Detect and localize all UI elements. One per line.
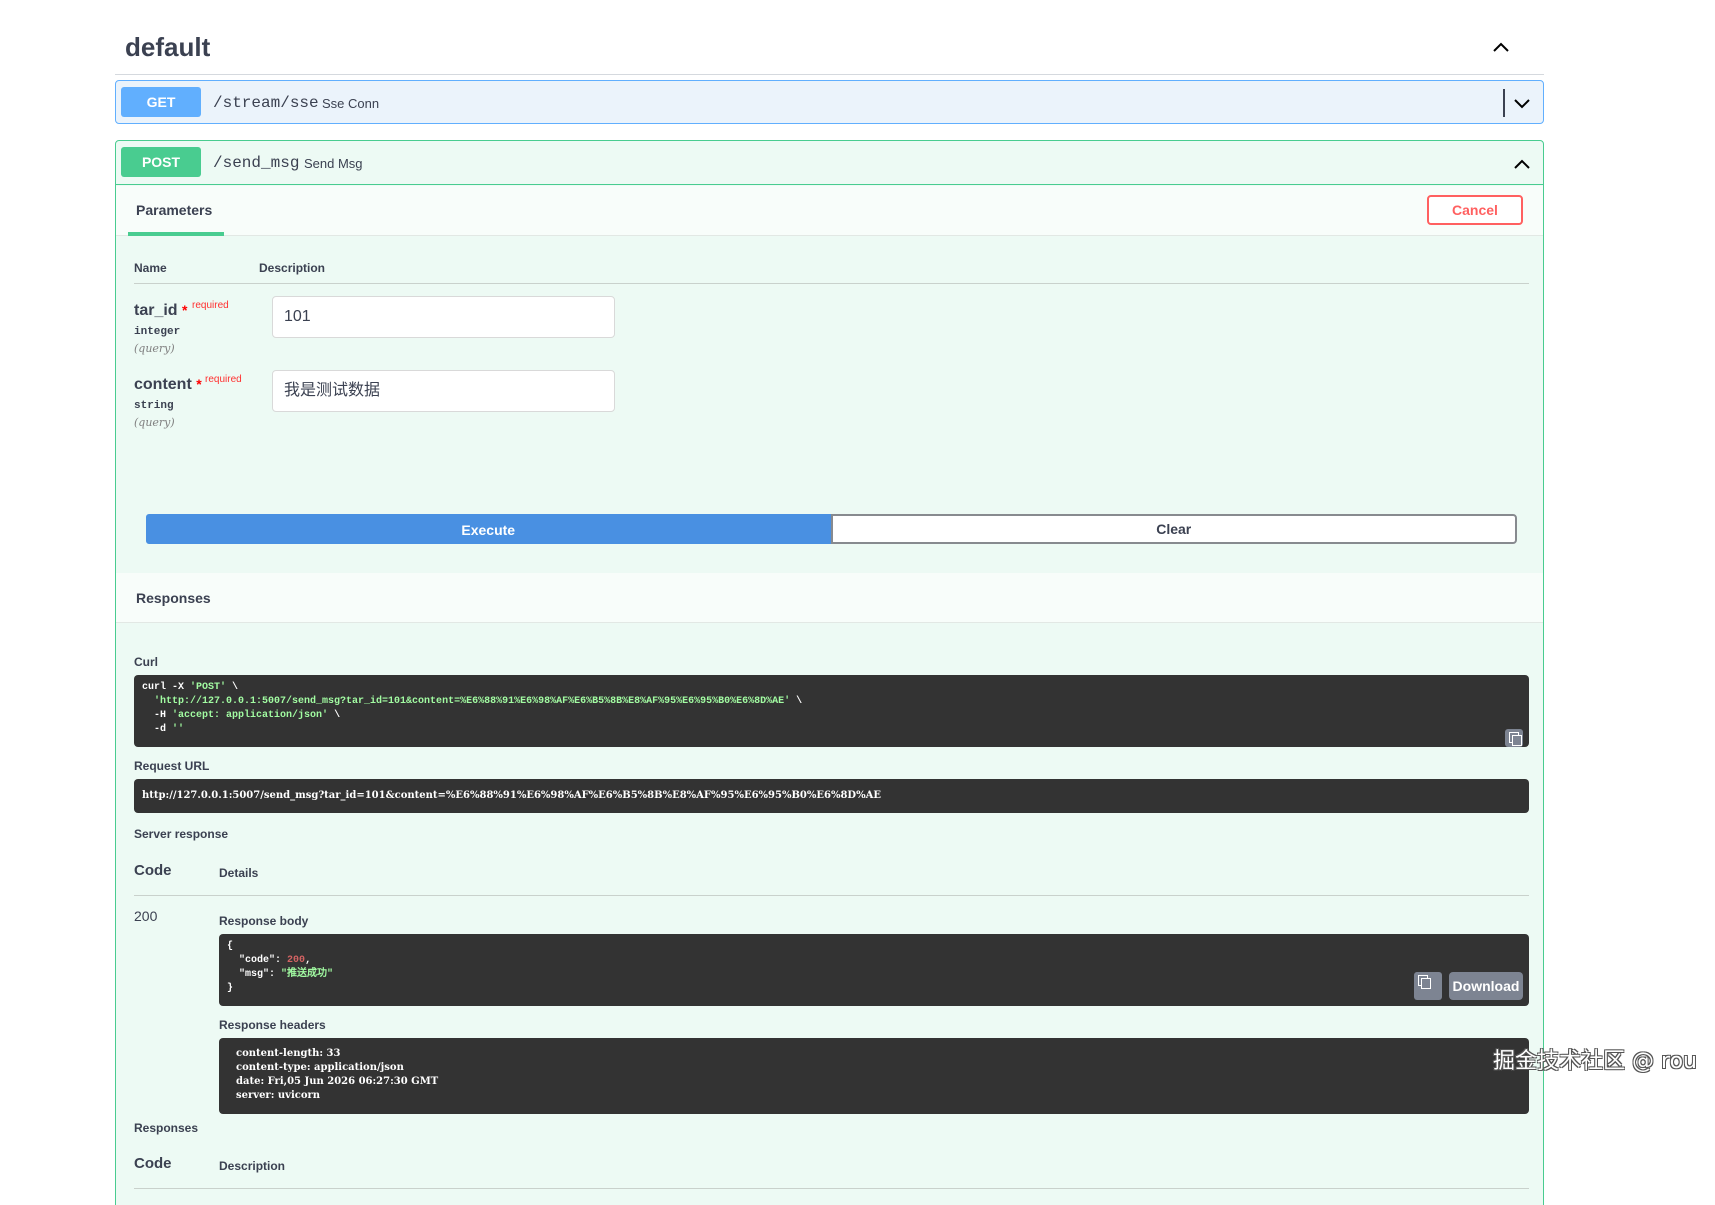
response-status-code: 200 [134, 908, 158, 924]
parameter-type: string [134, 400, 174, 412]
method-badge: POST [121, 147, 201, 177]
clear-button[interactable]: Clear [830, 514, 1517, 544]
operation-path: /stream/sse [213, 94, 319, 112]
parameters-table: Name Description tar_id * required integ… [134, 251, 1529, 448]
code-column-header: Code [134, 1155, 172, 1172]
parameter-row-content: content * required string (query) 我是测试数据 [134, 366, 1529, 448]
response-body-block[interactable]: { "code": 200, "msg": "推送成功" } [219, 934, 1529, 1006]
parameter-type: integer [134, 326, 181, 338]
tab-parameters[interactable]: Parameters [136, 202, 212, 218]
content-input[interactable]: 我是测试数据 [272, 370, 615, 412]
watermark: 掘金技术社区 @ rou [1493, 1049, 1697, 1074]
description-column-header: Description [219, 1159, 286, 1173]
parameter-name: tar_id * [134, 302, 188, 319]
column-name-header: Name [134, 261, 167, 275]
column-description-header: Description [259, 261, 326, 275]
operation-summary-text: Send Msg [304, 156, 363, 171]
curl-label: Curl [134, 655, 158, 669]
section-title: default [125, 32, 211, 62]
code-column-header: Code [134, 862, 172, 879]
copy-icon[interactable] [1414, 972, 1442, 1000]
parameter-name: content * [134, 376, 202, 393]
response-headers-block[interactable]: content-length: 33 content-type: applica… [219, 1038, 1529, 1114]
swagger-container: default GET /stream/sse Sse Conn POST /s… [115, 0, 1544, 1205]
operation-summary[interactable]: POST /send_msg Send Msg [116, 141, 1543, 185]
divider [134, 1188, 1529, 1189]
response-headers-label: Response headers [219, 1018, 326, 1032]
chevron-up-icon[interactable] [1492, 38, 1510, 56]
details-column-header: Details [219, 866, 259, 880]
chevron-down-icon[interactable] [1513, 95, 1531, 113]
tab-active-indicator [128, 232, 224, 236]
execute-wrapper: Execute Clear [146, 514, 1517, 544]
request-url-block[interactable]: http://127.0.0.1:5007/send_msg?tar_id=10… [134, 779, 1529, 813]
tar-id-input[interactable]: 101 [272, 296, 615, 338]
copy-icon[interactable] [1505, 729, 1523, 747]
parameters-header: Parameters Cancel [116, 186, 1543, 236]
responses-label: Responses [134, 1121, 199, 1135]
execute-button[interactable]: Execute [146, 514, 831, 544]
request-url-label: Request URL [134, 759, 210, 773]
required-badge: required [205, 374, 242, 385]
parameter-row-tar-id: tar_id * required integer (query) 101 [134, 284, 1529, 366]
operation-get-stream-sse: GET /stream/sse Sse Conn [115, 80, 1544, 124]
divider [134, 895, 1529, 896]
operation-summary-text: Sse Conn [322, 96, 380, 111]
section-header[interactable]: default [115, 0, 1544, 75]
required-badge: required [192, 300, 229, 311]
operation-post-send-msg: POST /send_msg Send Msg Parameters Cance… [115, 140, 1544, 1205]
method-badge: GET [121, 87, 201, 117]
cancel-button[interactable]: Cancel [1427, 195, 1523, 225]
responses-header: Responses [116, 573, 1543, 623]
curl-code-block[interactable]: curl -X 'POST' \ 'http://127.0.0.1:5007/… [134, 675, 1529, 747]
chevron-up-icon[interactable] [1513, 155, 1531, 173]
operation-summary[interactable]: GET /stream/sse Sse Conn [116, 81, 1543, 125]
parameter-location: (query) [134, 416, 175, 429]
operation-path: /send_msg [213, 154, 300, 172]
response-body-label: Response body [219, 914, 309, 928]
responses-title: Responses [136, 590, 211, 606]
parameter-location: (query) [134, 342, 175, 355]
download-button[interactable]: Download [1449, 972, 1523, 1000]
parameters-table-header: Name Description [134, 251, 1529, 284]
divider [1503, 89, 1505, 117]
server-response-label: Server response [134, 827, 229, 841]
